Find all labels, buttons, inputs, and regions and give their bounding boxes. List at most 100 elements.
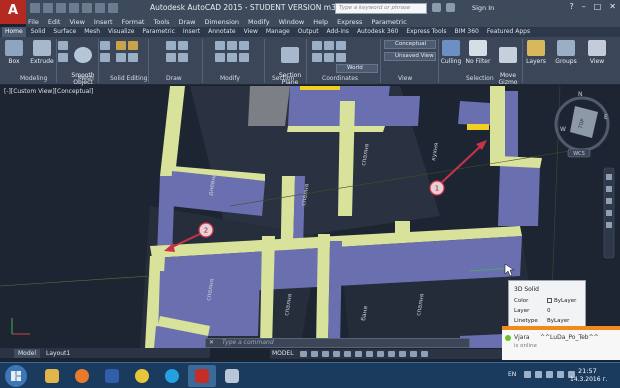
tab-layout1[interactable]: Layout1: [42, 349, 74, 358]
tab-home[interactable]: Home: [2, 27, 26, 37]
application-menu-button[interactable]: A: [0, 0, 26, 24]
hardware-acceleration-icon[interactable]: [410, 351, 417, 357]
menu-draw[interactable]: Draw: [179, 17, 196, 27]
search-input[interactable]: Type a keyword or phrase: [335, 3, 427, 14]
panel-mesh[interactable]: Mesh: [78, 75, 94, 82]
search-icon[interactable]: [432, 3, 441, 12]
taskbar-snipping[interactable]: [218, 365, 246, 387]
redo-icon[interactable]: [108, 3, 118, 13]
chat-notification[interactable]: Vjara ^^LuDa_Po_Teb^^ is online: [502, 326, 620, 360]
view-button[interactable]: View: [585, 40, 609, 65]
annotation-scale-icon[interactable]: [377, 351, 384, 357]
solid-edit-icon[interactable]: [116, 41, 126, 50]
tab-manage[interactable]: Manage: [263, 27, 293, 37]
layers-button[interactable]: Layers: [524, 40, 548, 65]
tab-visualize[interactable]: Visualize: [105, 27, 137, 37]
isolate-icon[interactable]: [399, 351, 406, 357]
lineweight-icon[interactable]: [366, 351, 373, 357]
tab-bim-360[interactable]: BIM 360: [451, 27, 481, 37]
panel-selection[interactable]: Selection: [466, 75, 494, 82]
circle-icon[interactable]: [166, 53, 176, 62]
save-as-icon[interactable]: [69, 3, 79, 13]
ucs-view-icon[interactable]: [336, 41, 346, 50]
battery-icon[interactable]: [557, 371, 564, 378]
tab-solid[interactable]: Solid: [28, 27, 49, 37]
copy-icon[interactable]: [215, 53, 225, 62]
panel-solid-editing[interactable]: Solid Editing: [110, 75, 147, 82]
flag-icon[interactable]: [546, 371, 553, 378]
tab-insert[interactable]: Insert: [180, 27, 203, 37]
move-gizmo-button[interactable]: Move Gizmo: [495, 40, 521, 86]
plot-icon[interactable]: [82, 3, 92, 13]
tab-annotate[interactable]: Annotate: [205, 27, 238, 37]
model-space-button[interactable]: MODEL: [270, 349, 294, 359]
ucs-origin-icon[interactable]: [324, 41, 334, 50]
ucs-y-icon[interactable]: [336, 53, 346, 62]
panel-modeling[interactable]: Modeling: [20, 75, 47, 82]
panel-coordinates[interactable]: Coordinates: [322, 75, 358, 82]
saved-view-combo[interactable]: Unsaved View: [384, 52, 436, 61]
viewcube[interactable]: TOP N W E WCS: [554, 91, 610, 158]
taskbar-explorer[interactable]: [38, 365, 66, 387]
polyline-icon[interactable]: [178, 41, 188, 50]
input-language[interactable]: EN: [508, 371, 516, 378]
help-icon[interactable]: ?: [569, 2, 573, 12]
panel-draw[interactable]: Draw: [166, 75, 182, 82]
no-filter-button[interactable]: No Filter: [464, 40, 492, 65]
sweep-icon[interactable]: [58, 53, 68, 62]
union-icon[interactable]: [128, 41, 138, 50]
minimize-icon[interactable]: –: [582, 2, 586, 12]
line-icon[interactable]: [166, 41, 176, 50]
workspace-icon[interactable]: [388, 351, 395, 357]
menu-view[interactable]: View: [69, 17, 84, 27]
box-button[interactable]: Box: [3, 40, 25, 65]
move-icon[interactable]: [215, 41, 225, 50]
arc-icon[interactable]: [178, 53, 188, 62]
mesh-tool-icon[interactable]: [100, 41, 110, 50]
ucs-x-icon[interactable]: [324, 53, 334, 62]
start-button[interactable]: [5, 365, 27, 387]
menu-file[interactable]: File: [28, 17, 39, 27]
show-hidden-icons-icon[interactable]: [524, 371, 531, 378]
tab-featured-apps[interactable]: Featured Apps: [484, 27, 533, 37]
ucs-combo[interactable]: World: [336, 64, 378, 73]
undo-icon[interactable]: [95, 3, 105, 13]
panel-view[interactable]: View: [398, 75, 412, 82]
panel-modify[interactable]: Modify: [220, 75, 240, 82]
mirror-icon[interactable]: [227, 53, 237, 62]
tab-surface[interactable]: Surface: [50, 27, 79, 37]
viewport-controls-label[interactable]: [-][Custom View][Conceptual]: [4, 88, 93, 95]
showmotion-icon[interactable]: [606, 222, 612, 228]
ortho-icon[interactable]: [322, 351, 329, 357]
taskbar-autocad[interactable]: [188, 365, 216, 387]
osnap-icon[interactable]: [344, 351, 351, 357]
intersect-icon[interactable]: [128, 53, 138, 62]
menu-dimension[interactable]: Dimension: [204, 17, 239, 27]
panel-section[interactable]: Section: [272, 75, 294, 82]
taskbar-media-player[interactable]: [68, 365, 96, 387]
close-icon[interactable]: ✕: [609, 2, 616, 12]
visual-style-combo[interactable]: Conceptual: [384, 40, 436, 49]
pan-icon[interactable]: [606, 186, 612, 192]
zoom-extents-icon[interactable]: [606, 198, 612, 204]
rotate-icon[interactable]: [227, 41, 237, 50]
tab-model[interactable]: Model: [14, 349, 41, 358]
ucs-3point-icon[interactable]: [312, 53, 322, 62]
orbit-icon[interactable]: [606, 210, 612, 216]
menu-express[interactable]: Express: [337, 17, 362, 27]
menu-help[interactable]: Help: [313, 17, 328, 27]
maximize-icon[interactable]: □: [594, 2, 602, 12]
menu-tools[interactable]: Tools: [153, 17, 169, 27]
menu-parametric[interactable]: Parametric: [371, 17, 406, 27]
grid-icon[interactable]: [300, 351, 307, 357]
menu-format[interactable]: Format: [122, 17, 145, 27]
culling-button[interactable]: Culling: [440, 40, 462, 65]
tab-add-ins[interactable]: Add-ins: [324, 27, 352, 37]
otrack-icon[interactable]: [355, 351, 362, 357]
tab-output[interactable]: Output: [295, 27, 322, 37]
array-icon[interactable]: [239, 53, 249, 62]
close-command-icon[interactable]: ✕: [209, 339, 214, 347]
groups-button[interactable]: Groups: [553, 40, 579, 65]
menu-window[interactable]: Window: [279, 17, 305, 27]
tab-express-tools[interactable]: Express Tools: [403, 27, 449, 37]
